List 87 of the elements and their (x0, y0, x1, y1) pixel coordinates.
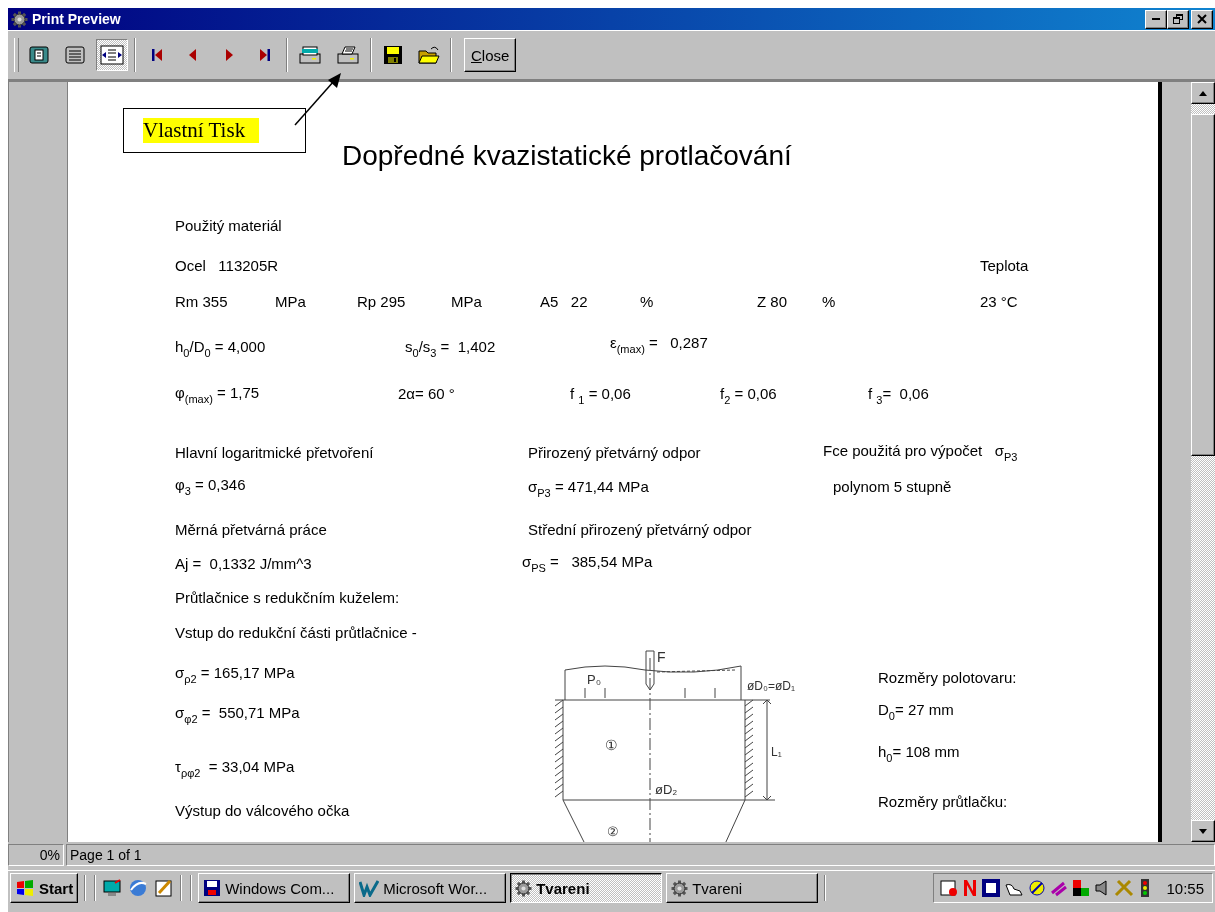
report-text: MPa (451, 293, 482, 311)
scroll-thumb[interactable] (1191, 114, 1215, 456)
report-text: Měrná přetvárná práce (175, 521, 327, 539)
up-arrow-icon (1199, 90, 1207, 96)
report-text: Z 80 (757, 293, 787, 311)
callout-text: Vlastní Tisk (143, 118, 260, 143)
report-text: Teplota (980, 257, 1029, 275)
report-text: % (822, 293, 836, 311)
minimize-icon (1152, 18, 1160, 20)
report-text: σ$_{PS}$ = 385,54 MPa (522, 553, 653, 576)
report-text: Vstup do redukční části průtlačnice - (175, 624, 417, 642)
clock: 10:55 (1166, 879, 1204, 897)
color-squares-icon[interactable] (1072, 879, 1091, 897)
minimize-button[interactable] (1145, 9, 1167, 29)
gear-icon (671, 879, 689, 897)
close-icon (1197, 14, 1207, 24)
report-text: σ$_{ρ2}$ = 165,17 MPa (175, 664, 295, 687)
report-text: φ$_{3}$ = 0,346 (175, 476, 246, 499)
gear-icon (515, 879, 533, 897)
report-text: Přirozený přetvárný odpor (528, 444, 701, 462)
scroll-down-button[interactable] (1191, 820, 1215, 842)
page-indicator: Page 1 of 1 (66, 844, 1215, 866)
single-page-icon (29, 46, 49, 64)
close-button[interactable]: Close (464, 38, 517, 72)
report-text: Průtlačnice s redukčním kuželem: (175, 589, 400, 607)
report-text: Rm 355 (175, 293, 228, 311)
taskbar-button[interactable]: Tvareni (666, 873, 819, 903)
report-text: Hlavní logaritmické přetvoření (175, 444, 374, 462)
down-arrow-icon (1199, 828, 1207, 834)
gear-icon (11, 10, 28, 28)
start-button[interactable]: Start (10, 873, 79, 903)
globe-icon[interactable] (128, 878, 149, 898)
report-text: τ$_{ρφ2}$ = 33,04 MPa (175, 758, 295, 781)
report-text: h$_{0}$/D$_{0}$ = 4,000 (175, 338, 266, 361)
right-arrow-icon (224, 48, 234, 62)
report-text: % (640, 293, 654, 311)
restore-button[interactable] (1167, 9, 1189, 29)
report-text: σ$_{P3}$ = 471,44 MPa (528, 478, 649, 501)
report-text: Rozměry polotovaru: (878, 669, 1017, 687)
calendar-icon[interactable] (940, 879, 959, 897)
report-text: σ$_{φ2}$ = 550,71 MPa (175, 704, 300, 727)
report-text: φ$_{(max)}$ = 1,75 (175, 384, 260, 407)
close-button[interactable] (1191, 9, 1213, 29)
report-text: 23 °C (980, 293, 1018, 311)
language-icon[interactable] (982, 879, 1001, 897)
taskbar-button[interactable]: Windows Com... (198, 873, 351, 903)
die-drawing: F P₀ øD₀=øD₁ L₁ øD₂ ① ② (554, 649, 795, 842)
report-text: Střední přirozený přetvárný odpor (528, 521, 752, 539)
report-text: Aj = 0,1332 J/mm^3 (175, 555, 312, 573)
taskbar-button[interactable]: Microsoft Wor... (354, 873, 507, 903)
report-text: f$_{2}$ = 0,06 (720, 385, 777, 408)
report-text: Fce použitá pro výpočet σ$_{P3}$ (823, 442, 1018, 465)
report-text: f $_{1}$ = 0,06 (570, 385, 631, 408)
printer-icon (298, 45, 322, 65)
report-text: Rp 295 (357, 293, 406, 311)
pencil-pad-icon[interactable] (154, 878, 175, 898)
report-text: Ocel 113205R (175, 257, 279, 275)
lines-icon (65, 46, 85, 64)
skip-first-icon (151, 48, 163, 62)
windows-logo-icon (15, 879, 35, 897)
scroll-up-button[interactable] (1191, 82, 1215, 104)
restore-icon (1172, 14, 1184, 24)
report-text: Použitý materiál (175, 217, 282, 235)
report-text: 2α= 60 ° (398, 385, 455, 403)
w-logo-icon (359, 879, 380, 897)
report-text: A5 22 (540, 293, 588, 311)
report-text: polynom 5 stupně (833, 478, 952, 496)
skip-last-icon (259, 48, 271, 62)
report-text: s$_{0}$/s$_{3}$ = 1,402 (405, 338, 496, 361)
page-view-button[interactable] (96, 39, 128, 71)
report-text: Rozměry průtlačku: (878, 793, 1008, 811)
folder-icon (418, 45, 440, 65)
report-text: ε$_{(max)}$ = 0,287 (610, 334, 708, 357)
report-text: D$_{0}$= 27 mm (878, 701, 954, 724)
report-text: MPa (275, 293, 306, 311)
report-text: Výstup do válcového očka (175, 802, 350, 820)
fit-width-icon (100, 45, 124, 65)
zoom-percent: 0% (8, 844, 64, 866)
scrollbar[interactable] (1191, 82, 1215, 842)
window-title: Print Preview (32, 11, 122, 27)
left-arrow-icon (188, 48, 198, 62)
report-title: Dopředné kvazistatické protlačování (342, 140, 792, 172)
report-text: f $_{3}$= 0,06 (868, 385, 929, 408)
taskbar-button[interactable]: Tvareni (510, 873, 663, 903)
desktop-icon[interactable] (102, 879, 123, 897)
report-text: h$_{0}$= 108 mm (878, 743, 960, 766)
printer-icon (336, 45, 360, 65)
